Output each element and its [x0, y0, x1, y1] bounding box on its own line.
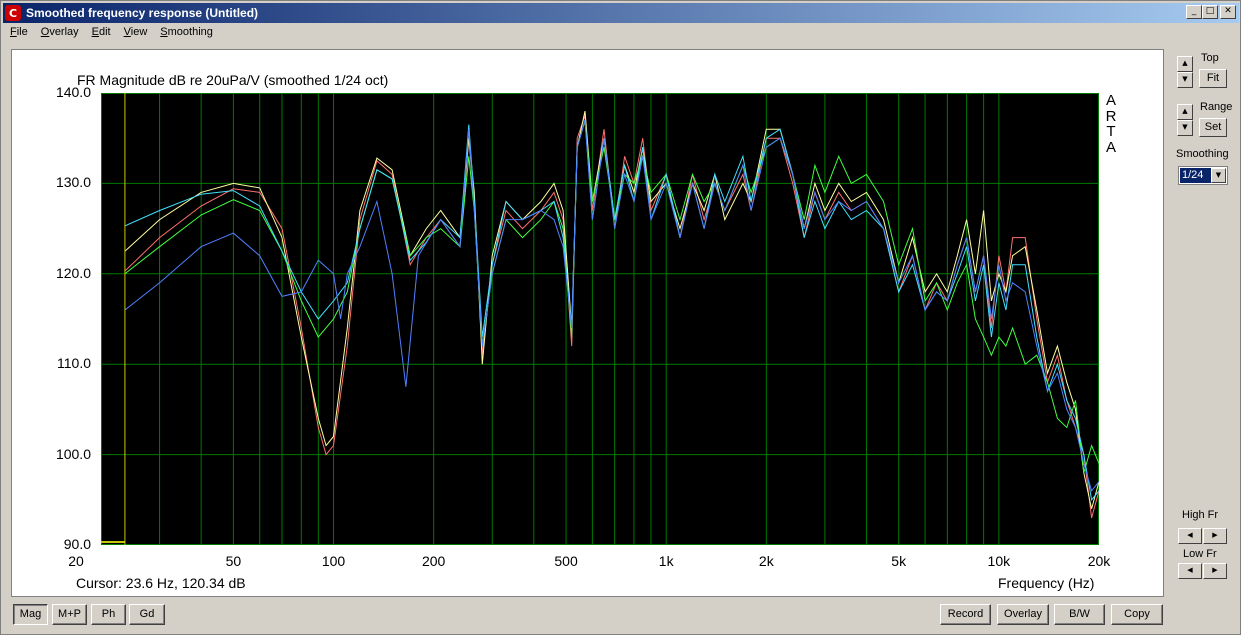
- arta-watermark: ARTA: [1105, 92, 1117, 156]
- high-fr-left-button[interactable]: ◀: [1178, 528, 1202, 544]
- range-up-spinner[interactable]: ▲: [1177, 104, 1193, 120]
- high-fr-right-button[interactable]: ▶: [1203, 528, 1227, 544]
- group-delay-button-label: Gd: [139, 608, 155, 620]
- group-delay-button[interactable]: Gd: [129, 604, 165, 625]
- top-down-spinner[interactable]: ▼: [1177, 72, 1193, 88]
- menu-overlay[interactable]: Overlay: [34, 24, 85, 42]
- x-tick-label: 500: [554, 553, 578, 569]
- smoothing-select[interactable]: 1/24 ▼: [1178, 166, 1228, 185]
- y-tick-label: 100.0: [55, 445, 91, 462]
- frequency-response-chart[interactable]: [101, 93, 1099, 545]
- record-button[interactable]: Record: [940, 604, 991, 625]
- high-fr-label: High Fr: [1182, 509, 1219, 521]
- chevron-down-icon[interactable]: ▼: [1211, 168, 1226, 183]
- x-tick-label: 50: [225, 553, 242, 569]
- bw-button[interactable]: B/W: [1054, 604, 1105, 625]
- menu-smoothing[interactable]: Smoothing: [153, 24, 219, 42]
- close-button[interactable]: ✕: [1220, 5, 1236, 19]
- plot-title: FR Magnitude dB re 20uPa/V (smoothed 1/2…: [77, 72, 389, 88]
- top-label: Top: [1201, 52, 1219, 64]
- record-button-label: Record: [947, 608, 984, 620]
- y-tick-label: 140.0: [55, 84, 91, 100]
- menu-view[interactable]: View: [117, 24, 154, 42]
- y-tick-label: 90.0: [63, 536, 91, 552]
- menu-file[interactable]: File: [3, 24, 34, 42]
- app-window: C Smoothed frequency response (Untitled)…: [0, 0, 1241, 635]
- cursor-readout: Cursor: 23.6 Hz, 120.34 dB: [76, 575, 246, 591]
- x-tick-label: 20k: [1087, 553, 1111, 569]
- fit-button[interactable]: Fit: [1199, 69, 1227, 88]
- x-tick-label: 1k: [658, 553, 674, 569]
- copy-button-label: Copy: [1124, 608, 1150, 620]
- mag-phase-button[interactable]: M+P: [52, 604, 87, 625]
- x-tick-label: 10k: [987, 553, 1011, 569]
- low-fr-right-button[interactable]: ▶: [1203, 563, 1227, 579]
- low-fr-left-button[interactable]: ◀: [1178, 563, 1202, 579]
- x-tick-label: 5k: [891, 553, 907, 569]
- set-button[interactable]: Set: [1199, 118, 1227, 137]
- window-title: Smoothed frequency response (Untitled): [26, 6, 259, 20]
- menu-bar: File Overlay Edit View Smoothing: [3, 24, 219, 42]
- y-tick-label: 110.0: [57, 355, 91, 372]
- phase-button-label: Ph: [101, 608, 116, 620]
- y-tick-label: 120.0: [55, 264, 91, 281]
- overlay-button-label: Overlay: [1004, 608, 1042, 620]
- low-fr-label: Low Fr: [1183, 548, 1217, 560]
- range-down-spinner[interactable]: ▼: [1177, 120, 1193, 136]
- x-tick-label: 100: [321, 553, 346, 569]
- top-up-spinner[interactable]: ▲: [1177, 56, 1193, 72]
- x-tick-label: 200: [421, 553, 446, 569]
- smoothing-label: Smoothing: [1176, 148, 1229, 160]
- mag-phase-button-label: M+P: [58, 608, 81, 620]
- range-label: Range: [1200, 101, 1233, 113]
- arta-app-icon[interactable]: C: [5, 5, 21, 21]
- window-controls: _ □ ✕: [1186, 5, 1236, 19]
- smoothing-value: 1/24: [1180, 168, 1211, 183]
- x-tick-label: 2k: [758, 553, 774, 569]
- maximize-button[interactable]: □: [1202, 5, 1218, 19]
- minimize-button[interactable]: _: [1186, 5, 1202, 19]
- mag-button-label: Mag: [19, 608, 42, 620]
- mag-button[interactable]: Mag: [13, 604, 48, 625]
- overlay-button[interactable]: Overlay: [997, 604, 1049, 625]
- copy-button[interactable]: Copy: [1111, 604, 1163, 625]
- y-tick-label: 130.0: [55, 174, 91, 191]
- bw-button-label: B/W: [1069, 608, 1090, 620]
- menu-edit[interactable]: Edit: [85, 24, 117, 42]
- title-bar[interactable]: C Smoothed frequency response (Untitled)…: [3, 3, 1239, 23]
- x-tick-label: 20: [68, 553, 84, 569]
- phase-button[interactable]: Ph: [91, 604, 126, 625]
- x-axis-label: Frequency (Hz): [998, 575, 1095, 591]
